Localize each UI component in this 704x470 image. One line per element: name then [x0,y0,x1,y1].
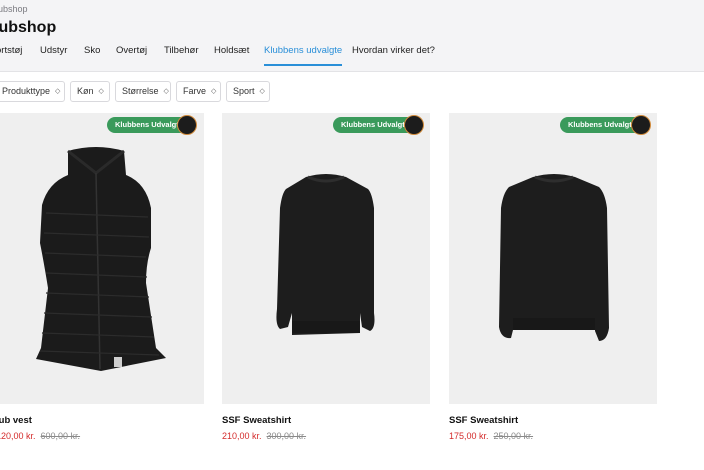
filter-label: Farve [183,86,207,96]
tab-tilbehor[interactable]: Tilbehør [164,45,199,66]
chevron-up-down-icon: ◇ [259,88,265,95]
sale-price: 175,00 kr. [449,431,489,441]
tab-hvordan-virker-det[interactable]: Hvordan virker det? [352,45,435,66]
product-card[interactable]: Klubbens Udvalgte SSF Sweatshirt 210,00 … [222,113,430,441]
filter-produkttype[interactable]: Produkttype ◇ [0,81,65,102]
filter-farve[interactable]: Farve ◇ [176,81,221,102]
chevron-up-down-icon: ◇ [163,88,169,95]
breadcrumb[interactable]: lubshop [0,4,28,14]
filter-storrelse[interactable]: Størrelse ◇ [115,81,171,102]
tab-overtoj[interactable]: Overtøj [116,45,147,66]
filter-label: Køn [77,86,94,96]
filter-label: Størrelse [122,86,159,96]
product-price: 210,00 kr. 300,00 kr. [222,431,306,441]
sale-price: 120,00 kr. [0,431,36,441]
sale-price: 210,00 kr. [222,431,262,441]
filter-label: Sport [233,86,255,96]
product-name[interactable]: SSF Sweatshirt [222,415,291,426]
page-header: lubshop lubshop ortstøj Udstyr Sko Overt… [0,0,704,72]
filter-sport[interactable]: Sport ◇ [226,81,270,102]
sweatshirt-icon [499,174,609,341]
page-title: lubshop [0,19,57,36]
tab-udstyr[interactable]: Udstyr [40,45,67,66]
sweatshirt-icon [276,174,375,335]
original-price: 250,00 kr. [493,431,534,441]
product-name[interactable]: lub vest [0,415,32,426]
original-price: 300,00 kr. [266,431,307,441]
product-price: 120,00 kr. 600,00 kr. [0,431,80,441]
product-name[interactable]: SSF Sweatshirt [449,415,518,426]
filter-kon[interactable]: Køn ◇ [70,81,110,102]
filter-label: Produkttype [2,86,51,96]
tab-sportstoj[interactable]: ortstøj [0,45,22,66]
product-card[interactable]: Klubbens Udvalgte SSF Sweatshirt 175,00 … [449,113,657,441]
product-image[interactable]: Klubbens Udvalgte [449,113,657,404]
chevron-up-down-icon: ◇ [98,88,104,95]
tab-holdsaet[interactable]: Holdsæt [214,45,249,66]
chevron-up-down-icon: ◇ [211,88,217,95]
product-image[interactable]: Klubbens Udvalgte [222,113,430,404]
product-image[interactable]: Klubbens Udvalgte [0,113,204,404]
product-price: 175,00 kr. 250,00 kr. [449,431,533,441]
chevron-up-down-icon: ◇ [55,88,61,95]
tab-klubbens-udvalgte[interactable]: Klubbens udvalgte [264,45,343,66]
vest-icon [36,147,166,371]
tab-sko[interactable]: Sko [84,45,100,66]
original-price: 600,00 kr. [40,431,81,441]
product-card[interactable]: Klubbens Udvalgte lub vest 120,00 kr. 600… [0,113,204,441]
